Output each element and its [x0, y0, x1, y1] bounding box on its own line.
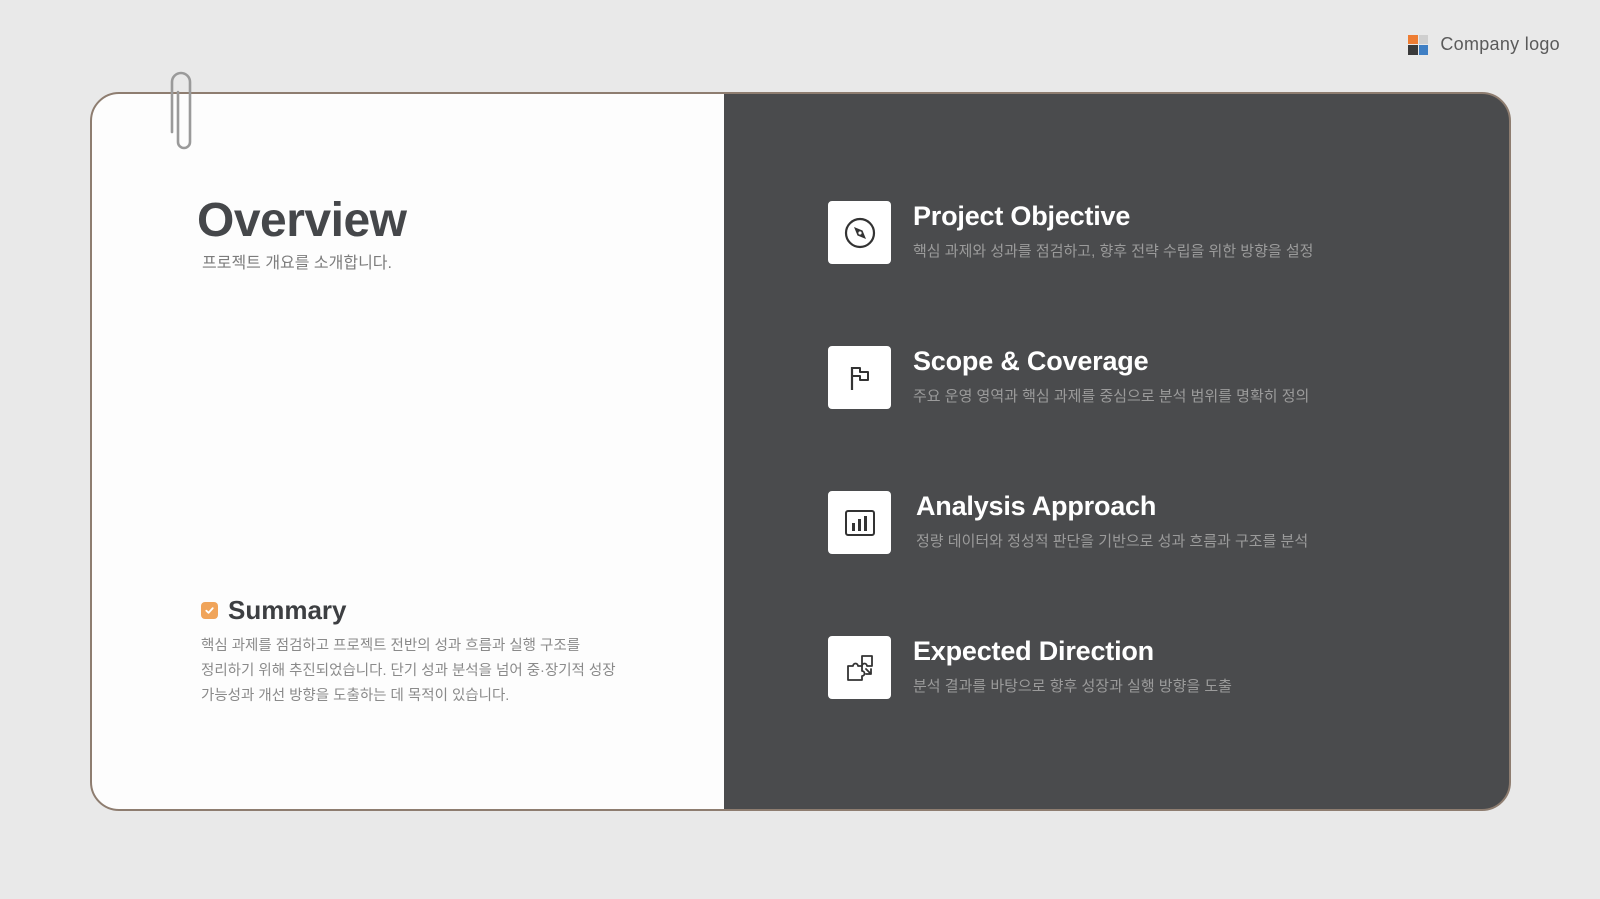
- item-project-objective: Project Objective 핵심 과제와 성과를 점검하고, 향후 전략…: [828, 201, 1313, 264]
- check-badge-icon: [201, 602, 218, 619]
- page-subtitle: 프로젝트 개요를 소개합니다.: [202, 255, 392, 272]
- summary-text: 핵심 과제를 점검하고 프로젝트 전반의 성과 흐름과 실행 구조를 정리하기 …: [201, 634, 661, 709]
- summary-line: 가능성과 개선 방향을 도출하는 데 목적이 있습니다.: [201, 688, 510, 704]
- item-title: Project Objective: [913, 201, 1131, 231]
- right-panel: Project Objective 핵심 과제와 성과를 점검하고, 향후 전략…: [724, 93, 1510, 810]
- item-description: 정량 데이터와 정성적 판단을 기반으로 성과 흐름과 구조를 분석: [916, 533, 1309, 550]
- summary-line: 핵심 과제를 점검하고 프로젝트 전반의 성과 흐름과 실행 구조를: [201, 638, 581, 654]
- item-scope-coverage: Scope & Coverage 주요 운영 영역과 핵심 과제를 중심으로 분…: [828, 346, 1309, 409]
- summary-line: 정리하기 위해 추진되었습니다. 단기 성과 분석을 넘어 중·장기적 성장: [201, 663, 616, 679]
- item-title: Expected Direction: [913, 636, 1154, 666]
- item-title: Analysis Approach: [916, 491, 1157, 521]
- bar-chart-icon: [828, 491, 891, 554]
- company-logo: Company logo: [1408, 34, 1560, 55]
- overview-card: Overview 프로젝트 개요를 소개합니다. Summary 핵심 과제를 …: [91, 93, 1510, 810]
- summary-heading: Summary: [201, 595, 347, 626]
- item-description: 핵심 과제와 성과를 점검하고, 향후 전략 수립을 위한 방향을 설정: [913, 243, 1314, 260]
- paperclip-icon: [170, 71, 192, 150]
- compass-icon: [828, 201, 891, 264]
- item-analysis-approach: Analysis Approach 정량 데이터와 정성적 판단을 기반으로 성…: [828, 491, 1308, 554]
- flag-icon: [828, 346, 891, 409]
- item-description: 분석 결과를 바탕으로 향후 성장과 실행 방향을 도출: [913, 678, 1232, 695]
- puzzle-icon: [828, 636, 891, 699]
- item-expected-direction: Expected Direction 분석 결과를 바탕으로 향후 성장과 실행…: [828, 636, 1232, 699]
- logo-text: Company logo: [1440, 34, 1560, 54]
- logo-mark-icon: [1408, 34, 1429, 55]
- left-panel: Overview 프로젝트 개요를 소개합니다. Summary 핵심 과제를 …: [91, 93, 724, 810]
- item-description: 주요 운영 영역과 핵심 과제를 중심으로 분석 범위를 명확히 정의: [913, 388, 1310, 405]
- item-title: Scope & Coverage: [913, 346, 1149, 376]
- summary-title: Summary: [228, 595, 347, 625]
- page-title: Overview: [197, 194, 407, 247]
